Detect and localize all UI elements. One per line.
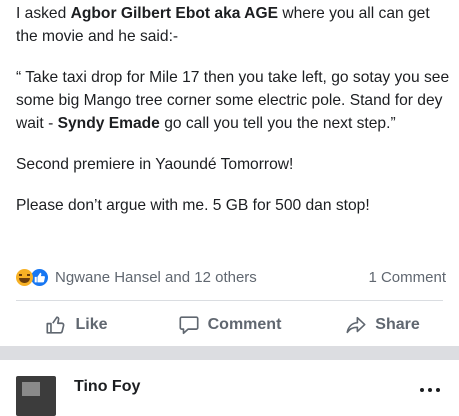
post-paragraph-intro: I asked Agbor Gilbert Ebot aka AGE where… bbox=[16, 2, 452, 48]
next-feed-post: Tino Foy bbox=[0, 360, 459, 416]
haha-icon bbox=[16, 268, 33, 286]
post-body: I asked Agbor Gilbert Ebot aka AGE where… bbox=[16, 2, 452, 217]
post-paragraph-quote: “ Take taxi drop for Mile 17 then you ta… bbox=[16, 66, 452, 135]
comment-icon bbox=[179, 316, 199, 335]
reaction-names[interactable]: Ngwane Hansel and 12 others bbox=[55, 269, 368, 286]
tagged-person-syndy[interactable]: Syndy Emade bbox=[58, 115, 160, 132]
comment-button[interactable]: Comment bbox=[153, 305, 306, 345]
quote-text-end: go call you tell you the next step.” bbox=[159, 115, 396, 132]
share-icon bbox=[346, 316, 366, 334]
share-label: Share bbox=[375, 316, 420, 333]
comment-count[interactable]: 1 Comment bbox=[368, 269, 446, 286]
reaction-icons[interactable] bbox=[16, 267, 49, 287]
avatar[interactable] bbox=[16, 376, 56, 416]
share-button[interactable]: Share bbox=[306, 305, 459, 345]
comment-label: Comment bbox=[207, 316, 282, 333]
post-actions: Like Comment Share bbox=[0, 305, 459, 345]
like-button[interactable]: Like bbox=[0, 305, 153, 345]
reactions-bar[interactable]: Ngwane Hansel and 12 others 1 Comment bbox=[16, 266, 446, 288]
post-paragraph-closing: Please don’t argue with me. 5 GB for 500… bbox=[16, 197, 370, 214]
post-paragraph-premiere: Second premiere in Yaoundé Tomorrow! bbox=[16, 156, 294, 173]
more-options-icon[interactable] bbox=[420, 388, 444, 396]
feed-separator bbox=[0, 346, 459, 360]
actions-divider bbox=[16, 300, 443, 301]
like-label: Like bbox=[75, 316, 108, 333]
thumbs-up-icon bbox=[46, 316, 65, 334]
tagged-person-agbor[interactable]: Agbor Gilbert Ebot aka AGE bbox=[71, 5, 278, 22]
post-author-name[interactable]: Tino Foy bbox=[74, 378, 140, 396]
feed-post: I asked Agbor Gilbert Ebot aka AGE where… bbox=[0, 0, 459, 346]
intro-text-start: I asked bbox=[16, 5, 71, 22]
